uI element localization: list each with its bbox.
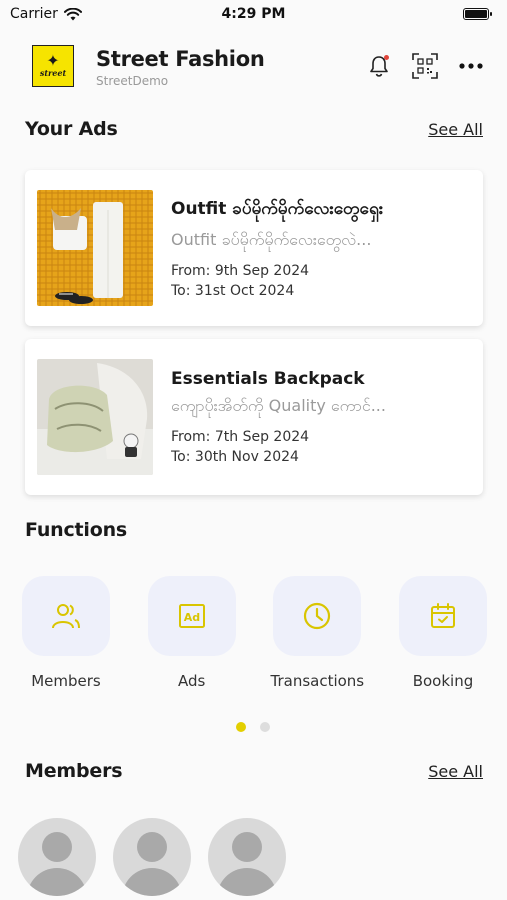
status-time: 4:29 PM [221, 6, 286, 22]
users-icon [52, 604, 80, 629]
logo-runner-icon: ✦ [46, 51, 60, 70]
ad-image-outfit [37, 190, 153, 306]
avatar-placeholder-icon [42, 832, 72, 862]
ad-end-date: To: 30th Nov 2024 [171, 449, 299, 465]
function-label: Transactions [270, 672, 365, 690]
functions-header: Functions [25, 519, 483, 541]
member-avatar[interactable] [113, 818, 191, 896]
wifi-icon [63, 7, 82, 20]
function-tile[interactable] [22, 576, 110, 656]
status-bar: Carrier 4:29 PM [0, 0, 507, 28]
header-actions [365, 52, 485, 80]
function-ads[interactable]: Ad Ads [147, 576, 236, 690]
ad-title: Outfit ခပ်မိုက်မိုက်လေးတွေရှေး [171, 198, 384, 219]
qr-scan-icon [412, 53, 438, 79]
calendar-check-icon [430, 603, 455, 628]
logo-text: street [39, 68, 67, 78]
functions-title: Functions [25, 519, 128, 541]
function-tile[interactable] [398, 576, 487, 656]
ad-body: Essentials Backpack ကျောပိုးအိတ်ကို Qual… [171, 369, 471, 465]
ad-description: ကျောပိုးအိတ်ကို Quality ကောင်... [171, 396, 386, 415]
functions-grid: Members Ad Ads Transactions Booking [0, 576, 507, 690]
notifications-button[interactable] [365, 52, 393, 80]
brand-block: Street Fashion StreetDemo [96, 45, 365, 88]
carrier-group: Carrier [10, 6, 82, 22]
members-header: Members See All [25, 760, 483, 782]
carrier-label: Carrier [10, 6, 58, 22]
members-see-all-link[interactable]: See All [428, 762, 483, 781]
qr-scan-button[interactable] [411, 52, 439, 80]
member-avatar[interactable] [208, 818, 286, 896]
avatar-placeholder-icon [137, 832, 167, 862]
avatar-placeholder-body [122, 868, 182, 896]
notification-dot [384, 55, 389, 60]
store-subtitle: StreetDemo [96, 73, 169, 88]
app-header: ✦ street Street Fashion StreetDemo [0, 38, 507, 94]
ad-icon: Ad [178, 604, 205, 628]
function-label: Members [31, 672, 101, 690]
ad-card[interactable]: Outfit ခပ်မိုက်မိုက်လေးတွေရှေး Outfit ခပ… [25, 170, 483, 326]
function-booking[interactable]: Booking [398, 576, 487, 690]
clock-icon [304, 602, 331, 630]
function-members[interactable]: Members [22, 576, 110, 690]
more-icon [459, 63, 483, 69]
ads-see-all-link[interactable]: See All [428, 120, 483, 139]
ad-end-date: To: 31st Oct 2024 [171, 282, 295, 299]
ad-start-date: From: 7th Sep 2024 [171, 429, 310, 445]
store-title: Street Fashion [96, 46, 265, 71]
your-ads-title: Your Ads [25, 118, 118, 140]
functions-pager [236, 722, 270, 732]
ad-start-date: From: 9th Sep 2024 [171, 262, 310, 279]
function-tile[interactable]: Ad [147, 576, 236, 656]
svg-text:Ad: Ad [183, 611, 199, 624]
avatar-placeholder-icon [232, 832, 262, 862]
battery-icon [463, 8, 492, 20]
ad-image-backpack [37, 359, 153, 475]
function-label: Booking [412, 672, 474, 690]
members-title: Members [25, 760, 123, 782]
function-tile[interactable] [273, 576, 362, 656]
avatar-placeholder-body [217, 868, 277, 896]
pager-dot[interactable] [260, 722, 270, 732]
more-options-button[interactable] [457, 52, 485, 80]
ad-title: Essentials Backpack [171, 369, 365, 389]
ad-card[interactable]: Essentials Backpack ကျောပိုးအိတ်ကို Qual… [25, 339, 483, 495]
function-label: Ads [177, 672, 206, 690]
your-ads-header: Your Ads See All [25, 118, 483, 140]
function-transactions[interactable]: Transactions [271, 576, 364, 690]
pager-dot-active[interactable] [236, 722, 246, 732]
ad-body: Outfit ခပ်မိုက်မိုက်လေးတွေရှေး Outfit ခပ… [171, 198, 471, 299]
store-logo[interactable]: ✦ street [32, 45, 74, 87]
members-list [18, 818, 286, 896]
avatar-placeholder-body [27, 868, 87, 896]
ad-description: Outfit ခပ်မိုက်မိုက်လေးတွေလဲ... [171, 229, 372, 249]
member-avatar[interactable] [18, 818, 96, 896]
